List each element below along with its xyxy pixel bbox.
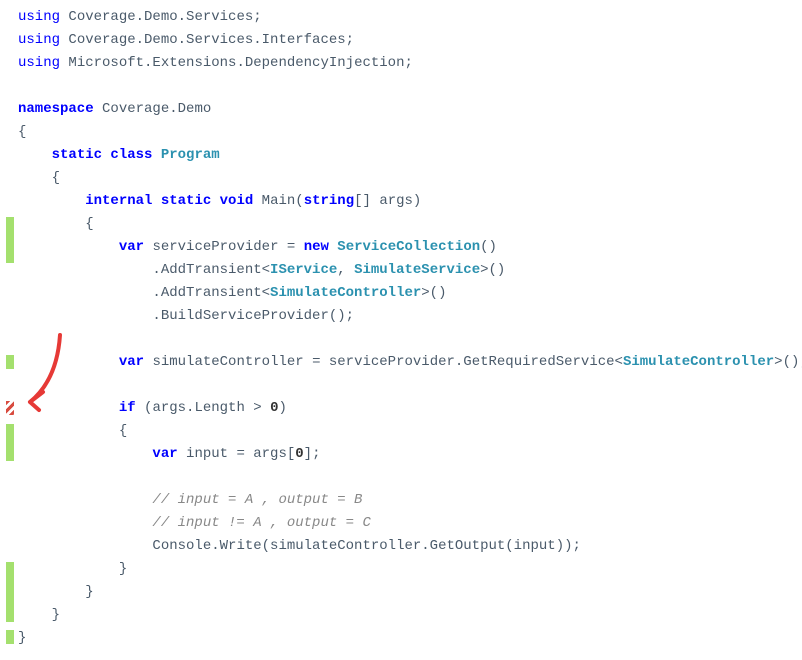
coverage-marker-covered bbox=[6, 424, 14, 461]
keyword-internal: internal bbox=[85, 193, 152, 209]
coverage-marker-covered bbox=[6, 562, 14, 622]
keyword-var: var bbox=[152, 446, 177, 462]
code-line[interactable]: { bbox=[18, 420, 802, 443]
code-line[interactable]: static class Program bbox=[18, 144, 802, 167]
method-name: Main( bbox=[253, 193, 303, 209]
coverage-marker-covered bbox=[6, 630, 14, 644]
keyword-var: var bbox=[119, 354, 144, 370]
brace: } bbox=[18, 630, 26, 646]
identifier: input = args[ bbox=[178, 446, 296, 462]
brace: { bbox=[52, 170, 60, 186]
code-line[interactable]: { bbox=[18, 121, 802, 144]
keyword-static: static bbox=[152, 193, 211, 209]
keyword-static: static bbox=[52, 147, 102, 163]
brace: { bbox=[18, 124, 26, 140]
brace: } bbox=[52, 607, 60, 623]
type-name: Program bbox=[152, 147, 219, 163]
code-line[interactable]: using Coverage.Demo.Services; bbox=[18, 6, 802, 29]
type-name: IService bbox=[270, 262, 337, 278]
brace: { bbox=[119, 423, 127, 439]
params: [] args) bbox=[354, 193, 421, 209]
code-line[interactable]: // input = A , output = B bbox=[18, 489, 802, 512]
coverage-gutter bbox=[0, 0, 14, 650]
keyword-var: var bbox=[119, 239, 144, 255]
code-line[interactable]: var simulateController = serviceProvider… bbox=[18, 351, 802, 374]
keyword-using: using bbox=[18, 55, 60, 71]
code-line[interactable] bbox=[18, 374, 802, 397]
number-literal: 0 bbox=[295, 446, 303, 462]
code-line[interactable]: .AddTransient<IService, SimulateService>… bbox=[18, 259, 802, 282]
namespace-text: Coverage.Demo.Services.Interfaces; bbox=[60, 32, 354, 48]
code-line[interactable]: if (args.Length > 0) bbox=[18, 397, 802, 420]
identifier: Console bbox=[152, 538, 211, 554]
keyword-using: using bbox=[18, 9, 60, 25]
namespace-text: Coverage.Demo.Services; bbox=[60, 9, 262, 25]
code-line[interactable]: { bbox=[18, 167, 802, 190]
code-line[interactable]: using Microsoft.Extensions.DependencyInj… bbox=[18, 52, 802, 75]
type-name: ServiceCollection bbox=[329, 239, 480, 255]
code-line[interactable] bbox=[18, 75, 802, 98]
code-line[interactable]: .BuildServiceProvider(); bbox=[18, 305, 802, 328]
code-line[interactable]: namespace Coverage.Demo bbox=[18, 98, 802, 121]
comment: // input = A , output = B bbox=[152, 492, 362, 508]
code-line[interactable]: .AddTransient<SimulateController>() bbox=[18, 282, 802, 305]
identifier: simulateController = serviceProvider.Get… bbox=[144, 354, 623, 370]
code-line[interactable]: using Coverage.Demo.Services.Interfaces; bbox=[18, 29, 802, 52]
type-name: SimulateService bbox=[354, 262, 480, 278]
namespace-text: Microsoft.Extensions.DependencyInjection… bbox=[60, 55, 413, 71]
code-line[interactable] bbox=[18, 466, 802, 489]
keyword-string: string bbox=[304, 193, 354, 209]
keyword-class: class bbox=[102, 147, 152, 163]
code-line[interactable]: } bbox=[18, 558, 802, 581]
keyword-if: if bbox=[119, 400, 136, 416]
type-name: SimulateController bbox=[270, 285, 421, 301]
identifier: serviceProvider = bbox=[144, 239, 304, 255]
code-editor[interactable]: using Coverage.Demo.Services; using Cove… bbox=[0, 0, 802, 650]
coverage-marker-covered bbox=[6, 217, 14, 263]
brace: } bbox=[85, 584, 93, 600]
namespace-name: Coverage.Demo bbox=[94, 101, 212, 117]
code-line[interactable]: internal static void Main(string[] args) bbox=[18, 190, 802, 213]
type-name: SimulateController bbox=[623, 354, 774, 370]
code-line[interactable]: { bbox=[18, 213, 802, 236]
code-line[interactable]: } bbox=[18, 581, 802, 604]
code-line[interactable]: } bbox=[18, 627, 802, 650]
keyword-new: new bbox=[304, 239, 329, 255]
code-line[interactable]: } bbox=[18, 604, 802, 627]
coverage-marker-partial bbox=[6, 401, 14, 415]
keyword-namespace: namespace bbox=[18, 101, 94, 117]
comment: // input != A , output = C bbox=[152, 515, 370, 531]
code-line[interactable]: // input != A , output = C bbox=[18, 512, 802, 535]
coverage-marker-covered bbox=[6, 355, 14, 369]
brace: } bbox=[119, 561, 127, 577]
keyword-void: void bbox=[211, 193, 253, 209]
code-line[interactable]: Console.Write(simulateController.GetOutp… bbox=[18, 535, 802, 558]
code-line[interactable] bbox=[18, 328, 802, 351]
brace: { bbox=[85, 216, 93, 232]
code-line[interactable]: var serviceProvider = new ServiceCollect… bbox=[18, 236, 802, 259]
code-line[interactable]: var input = args[0]; bbox=[18, 443, 802, 466]
keyword-using: using bbox=[18, 32, 60, 48]
